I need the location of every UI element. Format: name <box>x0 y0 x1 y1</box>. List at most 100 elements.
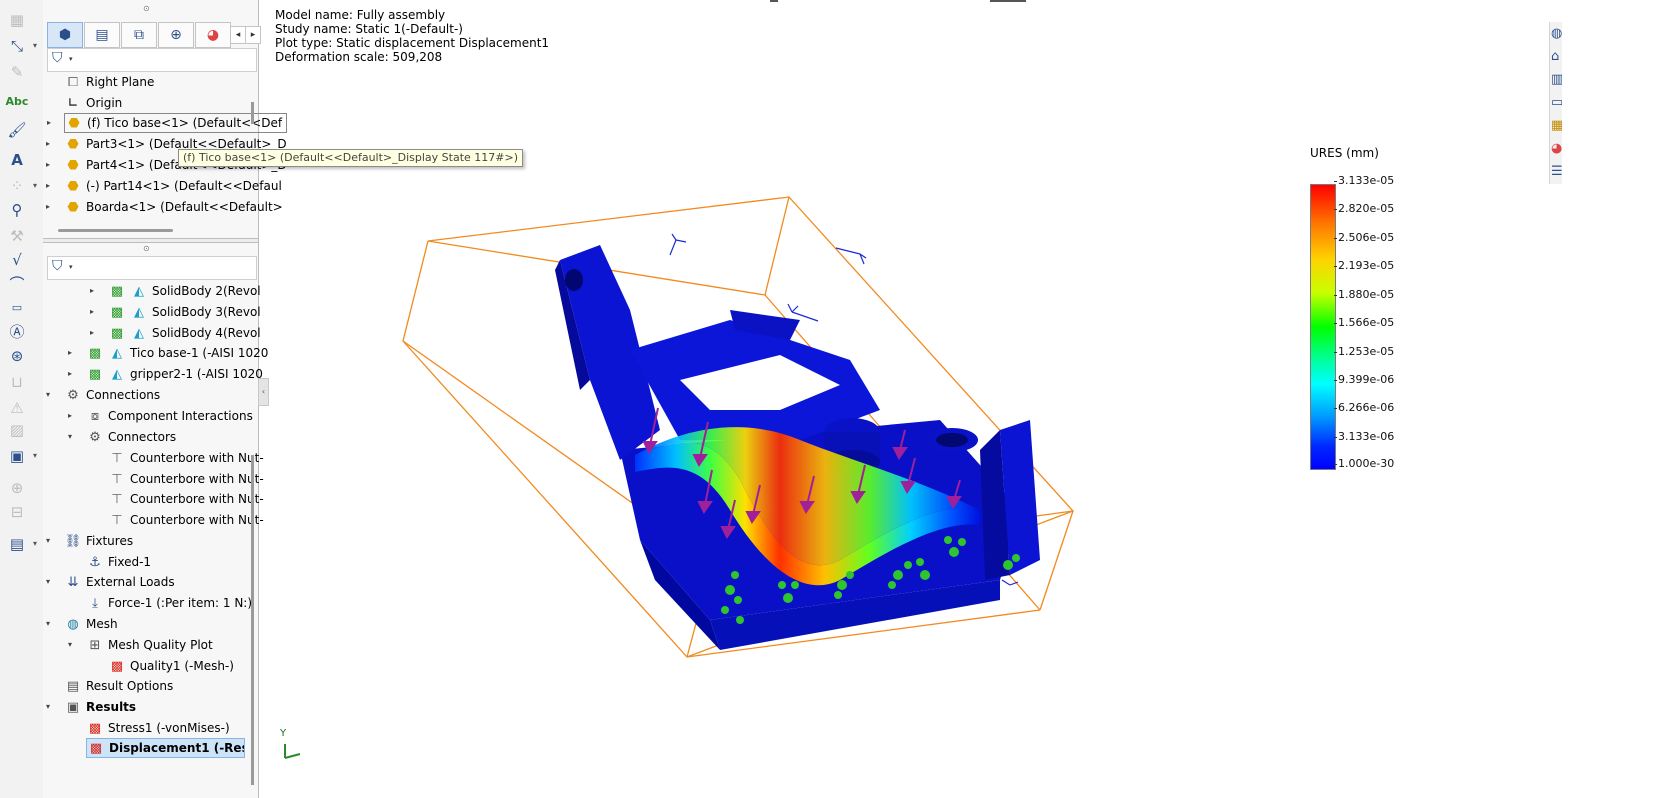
centerline-icon[interactable]: ⊟ <box>4 502 30 522</box>
collapse-arrow-icon[interactable]: ▾ <box>64 635 76 655</box>
probe-icon[interactable]: ⚲ <box>4 200 30 220</box>
expand-arrow-icon[interactable]: ▸ <box>86 323 98 343</box>
smart-dimension-icon[interactable]: ⤡ ▾ <box>4 36 37 56</box>
chevron-down-icon[interactable]: ▾ <box>33 534 37 554</box>
feature-tree-hscrollbar[interactable] <box>58 229 173 232</box>
curve-icon[interactable]: ⌒ <box>4 274 30 294</box>
chevron-down-icon[interactable]: ▾ <box>33 36 37 56</box>
expand-arrow-icon[interactable]: ▸ <box>42 134 54 154</box>
custom-properties-icon[interactable]: ☰ <box>1551 163 1562 181</box>
tree-item-connectors[interactable]: ▾ ⚙ Connectors <box>68 427 176 447</box>
text-icon[interactable]: A <box>4 150 30 170</box>
format-painter-icon[interactable]: 🖌 <box>4 120 30 140</box>
simulation-tree-filter[interactable]: ⛉ ▾ <box>47 256 257 280</box>
design-library-icon[interactable]: ▥ <box>1551 71 1562 89</box>
expand-arrow-icon[interactable]: ▸ <box>86 281 98 301</box>
tree-item-result-options[interactable]: ▤ Result Options <box>64 676 173 696</box>
grid-icon[interactable]: ▦ <box>4 10 30 30</box>
collapse-arrow-icon[interactable]: ▾ <box>64 427 76 447</box>
expand-arrow-icon[interactable]: ▸ <box>86 302 98 322</box>
tree-item-stress1[interactable]: ▩ Stress1 (-vonMises-) <box>86 718 230 738</box>
tab-dimxpert-manager[interactable]: ⊕ <box>158 22 194 48</box>
resources-icon[interactable]: ◍ <box>1551 25 1562 43</box>
block-icon[interactable]: ▣ ▾ <box>4 446 37 466</box>
tree-item-part14[interactable]: ▸ ⬣ (-) Part14<1> (Default<<Defaul <box>46 176 282 196</box>
panel-splitter[interactable] <box>43 238 258 243</box>
surface-finish-icon[interactable]: ⊛ <box>4 346 30 366</box>
area-hatch-icon[interactable]: ▨ <box>4 420 30 440</box>
expand-arrow-icon[interactable]: ▸ <box>64 364 76 384</box>
tree-item-component-interactions[interactable]: ▸ ⧇ Component Interactions <box>68 406 253 426</box>
tree-item-fixed-1[interactable]: ⚓ Fixed-1 <box>86 552 151 572</box>
tab-display-manager[interactable]: ◕ <box>195 22 231 48</box>
tree-item-quality1[interactable]: ▩ Quality1 (-Mesh-) <box>108 656 234 676</box>
chevron-down-icon[interactable]: ▾ <box>33 176 37 196</box>
part-icon: ⬣ <box>67 158 79 173</box>
tree-item-connections[interactable]: ▾ ⚙ Connections <box>46 385 160 405</box>
model-viewport[interactable] <box>380 180 1100 680</box>
tree-item-external-loads[interactable]: ▾ ⇊ External Loads <box>46 572 175 592</box>
tab-property-manager[interactable]: ▤ <box>84 22 120 48</box>
origin-icon: ∟ <box>67 96 79 111</box>
weld-symbol-icon[interactable]: ⊔ <box>4 372 30 392</box>
panel-collapse-button[interactable]: ‹ <box>258 378 269 406</box>
feature-tree-filter[interactable]: ⛉ ▾ <box>47 48 257 72</box>
expand-arrow-icon[interactable]: ▸ <box>42 155 54 175</box>
tree-item-counterbore-3[interactable]: ⊤ Counterbore with Nut- <box>108 489 263 509</box>
palette-icon[interactable]: ▦ <box>1551 117 1562 135</box>
collapse-arrow-icon[interactable]: ▾ <box>42 697 54 717</box>
table-icon[interactable]: ▤ ▾ <box>4 534 37 554</box>
center-mark-icon[interactable]: ⊕ <box>4 478 30 498</box>
tree-item-gripper2-1[interactable]: ▸ ▩ ◭ gripper2-1 (-AISI 1020 <box>68 364 263 384</box>
tree-item-origin[interactable]: ∟ Origin <box>64 93 123 113</box>
tree-item-fixtures[interactable]: ▾ ⛓ Fixtures <box>46 531 133 551</box>
collapse-arrow-icon[interactable]: ▾ <box>42 572 54 592</box>
tree-item-solidbody-3[interactable]: ▸ ▩ ◭ SolidBody 3(Revol <box>90 302 261 322</box>
collapse-arrow-icon[interactable]: ▾ <box>42 614 54 634</box>
tree-item-solidbody-2[interactable]: ▸ ▩ ◭ SolidBody 2(Revol <box>90 281 261 301</box>
expand-arrow-icon[interactable]: ▸ <box>42 176 54 196</box>
home-icon[interactable]: ⌂ <box>1551 48 1562 66</box>
hatch-icon[interactable]: ⁘ ▾ <box>4 176 37 196</box>
legend-value: 6.266e-06 <box>1333 401 1395 414</box>
tab-configuration-manager[interactable]: ⧉ <box>121 22 157 48</box>
tree-item-results[interactable]: ▾ ▣ Results <box>46 697 136 717</box>
expand-arrow-icon[interactable]: ▸ <box>64 343 76 363</box>
tree-item-right-plane[interactable]: ⧠ Right Plane <box>64 72 155 92</box>
legend-value: 9.399e-06 <box>1333 373 1395 386</box>
file-explorer-icon[interactable]: ▭ <box>1551 94 1562 112</box>
datum-icon[interactable]: ▭ <box>4 298 30 318</box>
chevron-down-icon[interactable]: ▾ <box>33 446 37 466</box>
warning-icon[interactable]: ⚠ <box>4 398 30 418</box>
simulation-tree-scrollbar[interactable] <box>251 455 254 785</box>
tree-item-counterbore-2[interactable]: ⊤ Counterbore with Nut- <box>108 469 263 489</box>
tree-item-counterbore-4[interactable]: ⊤ Counterbore with Nut- <box>108 510 263 530</box>
collapse-arrow-icon[interactable]: ▾ <box>42 531 54 551</box>
expand-arrow-icon[interactable]: ▸ <box>64 406 76 426</box>
tree-item-mesh[interactable]: ▾ ◍ Mesh <box>46 614 118 634</box>
sketch-icon[interactable]: ✎ <box>4 62 30 82</box>
check-icon[interactable]: √ <box>4 250 30 270</box>
tab-scroll-right-button[interactable]: ▸ <box>245 26 261 44</box>
panel-grip-icon[interactable]: ⊙ <box>143 244 150 253</box>
bolt-icon: ⊤ <box>111 492 123 507</box>
label-icon[interactable]: Ⓐ <box>4 322 30 342</box>
tab-feature-manager[interactable]: ⬢ <box>47 22 83 48</box>
weld-icon[interactable]: ⚒ <box>4 226 30 246</box>
expand-arrow-icon[interactable]: ▸ <box>42 197 54 217</box>
collapse-arrow-icon[interactable]: ▾ <box>42 385 54 405</box>
expand-arrow-icon[interactable]: ▸ <box>43 114 55 132</box>
tree-item-displacement1[interactable]: ▩ Displacement1 (-Res disp- <box>86 738 245 758</box>
tree-item-force-1[interactable]: ⤓ Force-1 (:Per item: 1 N:) <box>86 593 252 613</box>
feature-tree-scrollbar[interactable] <box>251 102 254 124</box>
appearances-icon[interactable]: ◕ <box>1551 140 1562 158</box>
tree-item-label: Right Plane <box>86 75 155 89</box>
tree-item-boarda[interactable]: ▸ ⬣ Boarda<1> (Default<<Default> <box>46 197 283 217</box>
tree-item-mesh-quality-plot[interactable]: ▾ ⊞ Mesh Quality Plot <box>68 635 213 655</box>
tree-item-solidbody-4[interactable]: ▸ ▩ ◭ SolidBody 4(Revol <box>90 323 261 343</box>
tab-scroll-left-button[interactable]: ◂ <box>230 26 246 44</box>
spell-check-icon[interactable]: Abc <box>4 92 30 112</box>
tree-item-tico-base-1[interactable]: ▸ ▩ ◭ Tico base-1 (-AISI 1020 <box>68 343 268 363</box>
panel-grip-icon[interactable]: ⊙ <box>143 4 150 13</box>
tree-item-counterbore-1[interactable]: ⊤ Counterbore with Nut- <box>108 448 263 468</box>
